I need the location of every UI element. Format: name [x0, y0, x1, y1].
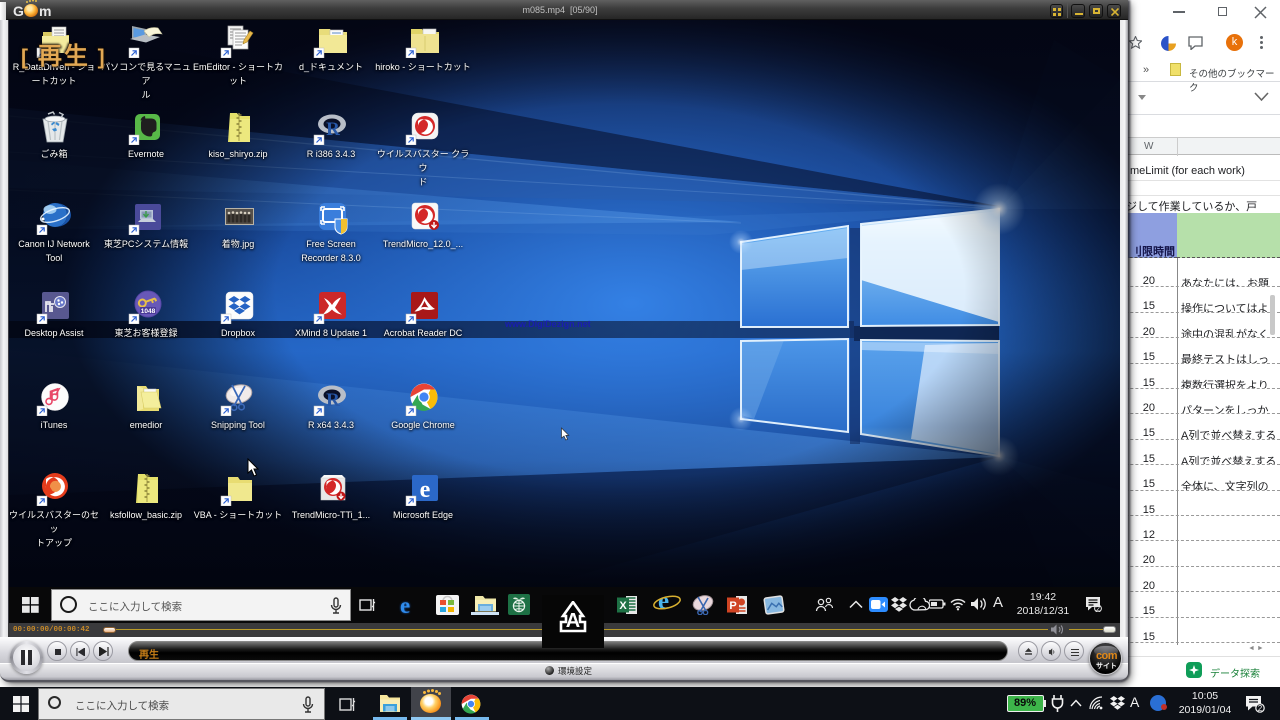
svg-text:R: R — [326, 119, 340, 140]
svg-text:X: X — [619, 600, 627, 612]
svg-text:A: A — [566, 610, 580, 632]
svg-text:1048: 1048 — [141, 308, 156, 315]
svg-text:2: 2 — [1258, 704, 1263, 713]
svg-text:P: P — [729, 600, 736, 612]
svg-text:2: 2 — [1096, 606, 1100, 612]
svg-text:R: R — [326, 390, 340, 411]
svg-text:e: e — [420, 477, 431, 503]
